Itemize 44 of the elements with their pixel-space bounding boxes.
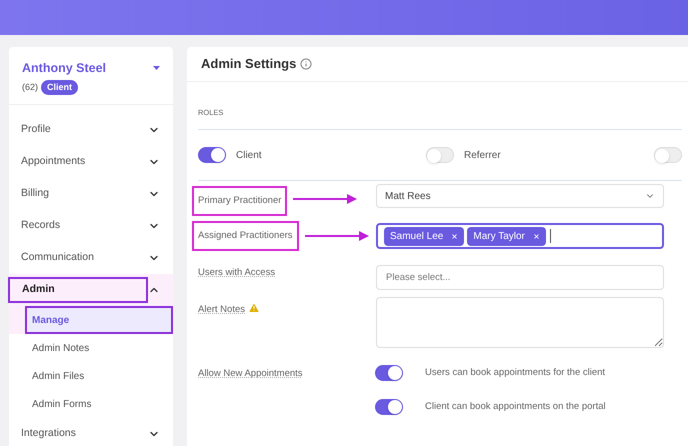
sidebar-subitem[interactable]: Admin Files [32, 362, 84, 390]
client-badge: Client [41, 80, 78, 96]
toggle-switch[interactable] [375, 399, 403, 415]
caret-icon[interactable] [153, 66, 160, 70]
option-label: Users can book appointments for the client [425, 366, 606, 380]
toggle-switch[interactable] [198, 147, 226, 163]
toggle-switch[interactable] [426, 147, 454, 163]
field-label: Primary Practitioner [192, 186, 288, 216]
role-label: Referrer [464, 148, 501, 162]
client-name: Anthony Steel [22, 60, 106, 77]
toggle-switch[interactable] [654, 147, 682, 163]
field-label: Alert Notes [198, 303, 245, 317]
tag-label: Mary Taylor [473, 230, 525, 244]
sidebar-subitem[interactable]: Admin Forms [32, 390, 92, 418]
role-label: Client [236, 148, 262, 162]
input-field[interactable]: Please select... [376, 265, 664, 290]
select-field[interactable]: Matt Rees [376, 184, 664, 208]
toggle-switch[interactable] [375, 365, 403, 381]
panel-title: Admin Settings [201, 55, 296, 74]
notes-field[interactable] [376, 297, 664, 348]
tags-field[interactable]: Samuel Lee Mary Taylor [376, 223, 664, 249]
sidebar-item[interactable]: Integrations [8, 421, 148, 446]
practitioner-tag[interactable]: Mary Taylor [467, 226, 546, 246]
info-icon[interactable] [300, 58, 312, 70]
sidebar-subitem[interactable]: Admin Notes [32, 334, 90, 362]
practitioner-tag[interactable]: Samuel Lee [384, 226, 464, 246]
arrow-annotation [293, 194, 358, 204]
close-icon[interactable] [532, 232, 540, 240]
sidebar-subitem[interactable]: Manage [25, 306, 173, 334]
field-label: Assigned Practitioners [192, 221, 299, 252]
arrow-annotation [304, 231, 369, 241]
field-label: Users with Access [198, 266, 276, 280]
tag-label: Samuel Lee [390, 230, 444, 244]
text-cursor [550, 229, 551, 243]
client-count: (62) [22, 80, 38, 94]
sidebar-item[interactable]: Profile [8, 117, 148, 144]
option-label: Client can book appointments on the portal [425, 400, 606, 414]
sidebar-item[interactable]: Appointments [8, 149, 148, 176]
sidebar-item[interactable]: Billing [8, 181, 148, 208]
close-icon[interactable] [451, 232, 458, 240]
field-label: Allow New Appointments [198, 367, 303, 381]
sidebar-item[interactable]: Admin [8, 277, 148, 304]
sidebar-item[interactable]: Communication [8, 245, 148, 272]
sidebar-item[interactable]: Records [8, 213, 148, 240]
